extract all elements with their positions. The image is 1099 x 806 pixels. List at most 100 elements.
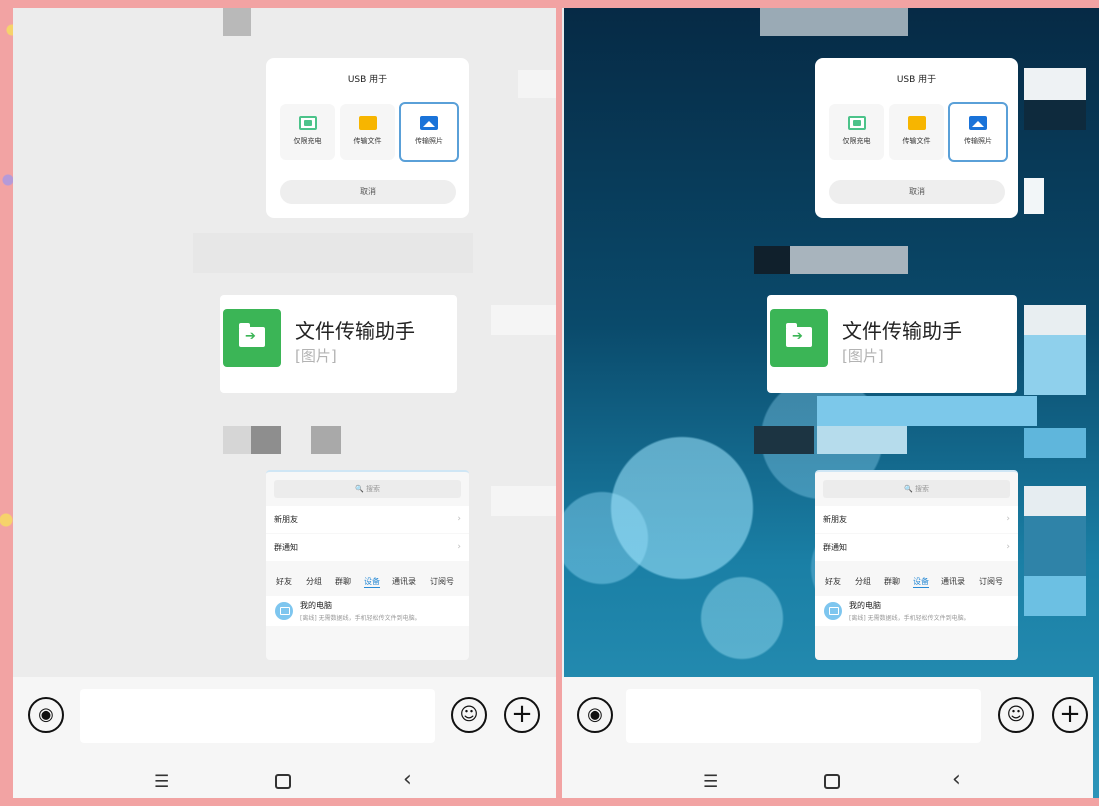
tab-friends[interactable]: 好友 [276,576,292,587]
tab-groups[interactable]: 分组 [306,576,322,587]
chevron-right-icon: › [1006,514,1010,524]
chat-last-message: [图片] [842,347,884,365]
pixelated-block [754,246,790,274]
usb-option-charge-only[interactable]: 仅限充电 [829,104,884,160]
pixelated-block [817,426,907,454]
tab-subscriptions[interactable]: 订阅号 [979,576,1003,587]
usb-option-label: 传输照片 [964,137,992,145]
pixelated-block [1024,68,1086,100]
folder-icon [907,116,926,130]
tab-address-book[interactable]: 通讯录 [941,576,965,587]
back-icon[interactable]: ‹ [403,767,412,792]
usb-option-transfer-photos[interactable]: 传输照片 [399,102,459,162]
tab-groups[interactable]: 分组 [855,576,871,587]
computer-icon [275,602,293,620]
computer-icon [824,602,842,620]
pixelated-block [223,8,251,36]
screenshot-panel-dark: USB 用于 仅限充电 传输文件 传输照片 取消 文件传输助手 [图片] 🔍 搜… [562,8,1099,798]
usb-mode-dialog: USB 用于 仅限充电 传输文件 传输照片 取消 [815,58,1018,218]
contacts-row-new-friends[interactable]: 新朋友 › [266,506,469,533]
message-input[interactable] [80,689,435,743]
folder-icon [358,116,377,130]
chevron-right-icon: › [1006,542,1010,552]
pixelated-block [754,426,814,454]
pixelated-block [1024,516,1086,576]
chat-list-item-file-transfer[interactable]: 文件传输助手 [图片] [220,295,457,393]
usb-option-label: 仅限充电 [293,137,322,145]
home-icon[interactable] [275,774,291,789]
photo-icon [969,116,987,130]
pixelated-block [790,246,908,274]
contacts-row-group-notice[interactable]: 群通知 › [266,534,469,561]
pixelated-block [1024,305,1086,335]
contacts-tab-bar: 好友 分组 群聊 设备 通讯录 订阅号 [276,576,461,592]
battery-charge-icon [847,116,866,130]
home-icon[interactable] [824,774,840,789]
pixelated-block [193,233,473,273]
pixelated-block [1024,486,1086,516]
tab-address-book[interactable]: 通讯录 [392,576,416,587]
row-label: 新朋友 [274,515,298,524]
usb-option-label: 传输照片 [415,137,443,145]
row-label: 群通知 [274,543,298,552]
usb-option-transfer-photos[interactable]: 传输照片 [948,102,1008,162]
contacts-search-input[interactable]: 🔍 搜索 [274,480,461,498]
usb-cancel-button[interactable]: 取消 [829,180,1005,204]
plus-icon[interactable]: + [504,697,540,733]
pixelated-block [223,426,251,454]
device-description: [离线] 无需数据线，手机轻松传文件到电脑。 [849,615,970,622]
file-transfer-folder-icon [239,323,265,347]
chat-input-bar: ◉ ☺ + ☰ ‹ [562,677,1093,798]
contacts-row-group-notice[interactable]: 群通知 › [815,534,1018,561]
usb-option-transfer-files[interactable]: 传输文件 [889,104,944,160]
tab-devices[interactable]: 设备 [913,576,929,588]
pixelated-block [1024,428,1086,458]
chevron-right-icon: › [457,514,461,524]
contacts-tab-bar: 好友 分组 群聊 设备 通讯录 订阅号 [825,576,1010,592]
file-transfer-folder-icon [786,323,812,347]
usb-option-label: 传输文件 [902,137,931,145]
pixelated-block [251,426,281,454]
pixelated-block [491,305,556,335]
pixelated-block [518,70,556,98]
contacts-search-input[interactable]: 🔍 搜索 [823,480,1010,498]
usb-dialog-title: USB 用于 [347,75,388,85]
contacts-row-new-friends[interactable]: 新朋友 › [815,506,1018,533]
menu-icon[interactable]: ☰ [154,772,169,792]
tab-group-chats[interactable]: 群聊 [884,576,900,587]
usb-option-label: 传输文件 [353,137,382,145]
tab-group-chats[interactable]: 群聊 [335,576,351,587]
pixelated-block [1024,576,1086,616]
tab-devices[interactable]: 设备 [364,576,380,588]
usb-cancel-button[interactable]: 取消 [280,180,456,204]
usb-option-charge-only[interactable]: 仅限充电 [280,104,335,160]
chevron-right-icon: › [457,542,461,552]
voice-icon[interactable]: ◉ [28,697,64,733]
message-input[interactable] [626,689,981,743]
voice-icon[interactable]: ◉ [577,697,613,733]
pixelated-block [1024,178,1044,214]
plus-icon[interactable]: + [1052,697,1088,733]
pixelated-block [311,426,341,454]
back-icon[interactable]: ‹ [952,767,961,792]
device-row-my-computer[interactable]: 我的电脑 [离线] 无需数据线，手机轻松传文件到电脑。 [815,596,1018,626]
chat-last-message: [图片] [295,347,337,365]
system-nav-bar: ☰ ‹ [13,767,556,797]
pixelated-block [491,486,556,516]
tab-subscriptions[interactable]: 订阅号 [430,576,454,587]
usb-option-transfer-files[interactable]: 传输文件 [340,104,395,160]
chat-list-item-file-transfer[interactable]: 文件传输助手 [图片] [767,295,1017,393]
emoji-icon[interactable]: ☺ [451,697,487,733]
device-title: 我的电脑 [849,601,881,610]
screenshot-panel-light: USB 用于 仅限充电 传输文件 传输照片 取消 文件传输助手 [图片] 🔍 搜… [13,8,556,798]
tab-friends[interactable]: 好友 [825,576,841,587]
pixelated-block [1024,335,1086,395]
photo-icon [420,116,438,130]
system-nav-bar: ☰ ‹ [562,767,1093,797]
device-row-my-computer[interactable]: 我的电脑 [离线] 无需数据线，手机轻松传文件到电脑。 [266,596,469,626]
emoji-icon[interactable]: ☺ [998,697,1034,733]
file-transfer-avatar [770,309,828,367]
battery-charge-icon [298,116,317,130]
row-label: 新朋友 [823,515,847,524]
menu-icon[interactable]: ☰ [703,772,718,792]
